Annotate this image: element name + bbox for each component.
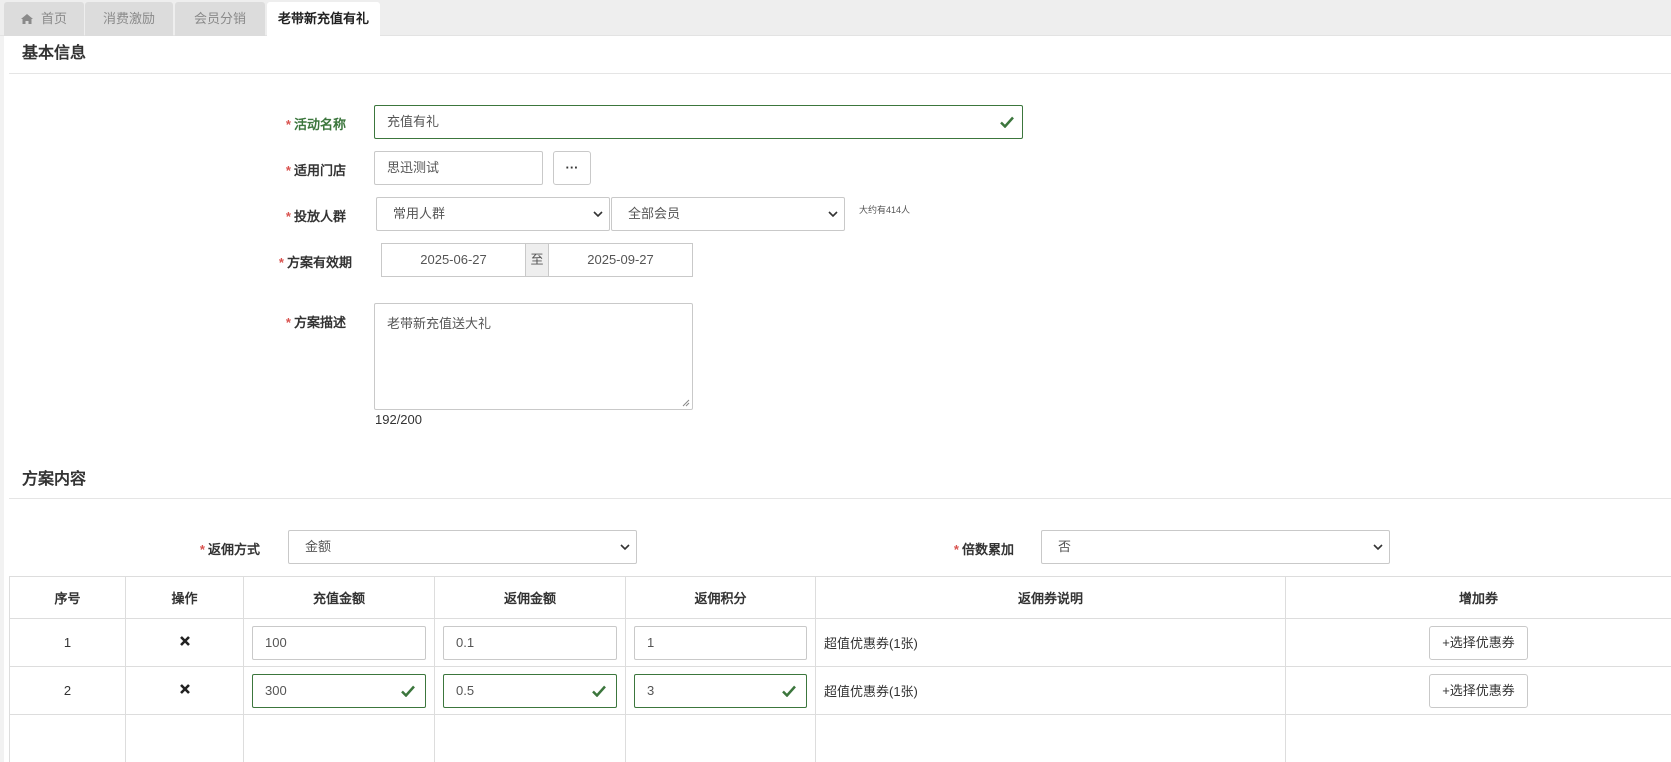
column-header: 返佣券说明: [815, 576, 1286, 619]
tab-member-distribution[interactable]: 会员分销: [175, 2, 265, 36]
audience-label: * 投放人群: [285, 209, 346, 224]
table-header-row: 序号 操作 充值金额 返佣金额 返佣积分 返佣券说明 增加券: [9, 576, 1671, 619]
chevron-down-icon: [620, 544, 630, 551]
check-icon: [592, 685, 606, 697]
column-header: 充值金额: [243, 576, 435, 619]
column-header: 增加券: [1285, 576, 1671, 619]
tab-bar: 首页 消费激励 会员分销 老带新充值有礼: [0, 0, 1671, 36]
date-separator: 至: [526, 243, 548, 277]
multiple-stack-label: * 倍数累加: [953, 542, 1014, 557]
column-header: 返佣金额: [434, 576, 626, 619]
audience-group-select[interactable]: 常用人群: [376, 197, 610, 231]
rebate-points-input[interactable]: 3: [634, 673, 807, 708]
chevron-down-icon: [1373, 544, 1383, 551]
store-input[interactable]: 思迅测试: [374, 151, 543, 185]
start-date-input[interactable]: 2025-06-27: [381, 243, 526, 277]
home-icon: [20, 14, 33, 24]
chevron-down-icon: [593, 211, 603, 218]
description-textarea[interactable]: 老带新充值送大礼: [374, 303, 693, 410]
rebate-method-select[interactable]: 金额: [288, 530, 637, 564]
tab-label: 消费激励: [102, 11, 155, 26]
resize-handle-icon[interactable]: [682, 399, 690, 407]
divider: [9, 498, 1671, 499]
column-header: 操作: [125, 576, 244, 619]
row-index: 2: [9, 666, 126, 715]
divider: [9, 73, 1671, 74]
rebate-method-label: * 返佣方式: [199, 542, 260, 557]
table-row: [9, 714, 1671, 762]
column-header: 序号: [9, 576, 126, 619]
table-row: 1 100 0.1 1 超值优惠券(1张) +选择优惠券: [9, 618, 1671, 667]
rebate-points-input[interactable]: 1: [634, 625, 807, 660]
audience-count-hint: 大约有414人: [859, 205, 911, 215]
check-icon: [782, 685, 796, 697]
store-label: * 适用门店: [285, 163, 346, 178]
tab-referral-recharge[interactable]: 老带新充值有礼: [267, 2, 380, 36]
close-icon[interactable]: [179, 683, 191, 695]
store-select-button[interactable]: ···: [553, 151, 591, 185]
rebate-amount-input[interactable]: 0.1: [443, 625, 617, 660]
close-icon[interactable]: [179, 635, 191, 647]
end-date-input[interactable]: 2025-09-27: [548, 243, 693, 277]
check-icon: [1000, 116, 1014, 128]
description-label: * 方案描述: [285, 315, 346, 330]
check-icon: [401, 685, 415, 697]
recharge-amount-input[interactable]: 100: [252, 625, 426, 660]
section-title-basic-info: 基本信息: [22, 45, 87, 62]
validity-label: * 方案有效期: [278, 255, 352, 270]
tab-label: 会员分销: [193, 11, 246, 26]
section-title-plan-content: 方案内容: [22, 471, 87, 488]
delete-row-button[interactable]: [125, 666, 244, 715]
tab-consumption-incentive[interactable]: 消费激励: [85, 2, 173, 36]
page-left-border: [0, 36, 4, 762]
delete-row-button[interactable]: [125, 618, 244, 667]
column-header: 返佣积分: [625, 576, 816, 619]
row-index: 1: [9, 618, 126, 667]
activity-name-label: * 活动名称: [285, 117, 346, 132]
tab-label: 老带新充值有礼: [277, 11, 369, 26]
tab-home-label: 首页: [40, 11, 67, 26]
activity-name-input[interactable]: 充值有礼: [374, 105, 1023, 139]
coupon-description: 超值优惠券(1张): [815, 618, 1286, 667]
chevron-down-icon: [828, 211, 838, 218]
audience-member-select[interactable]: 全部会员: [611, 197, 845, 231]
select-coupon-button[interactable]: +选择优惠券: [1429, 673, 1528, 708]
coupon-description: 超值优惠券(1张): [815, 666, 1286, 715]
description-char-counter: 192/200: [375, 412, 422, 427]
select-coupon-button[interactable]: +选择优惠券: [1429, 625, 1528, 660]
multiple-stack-select[interactable]: 否: [1041, 530, 1390, 564]
rebate-table: 序号 操作 充值金额 返佣金额 返佣积分 返佣券说明 增加券 1 100 0.1…: [9, 576, 1671, 762]
table-row: 2 300 0.5 3 超值优惠券(1张) +选择优惠券: [9, 666, 1671, 715]
rebate-amount-input[interactable]: 0.5: [443, 673, 617, 708]
tab-home[interactable]: 首页: [4, 2, 84, 36]
recharge-amount-input[interactable]: 300: [252, 673, 426, 708]
